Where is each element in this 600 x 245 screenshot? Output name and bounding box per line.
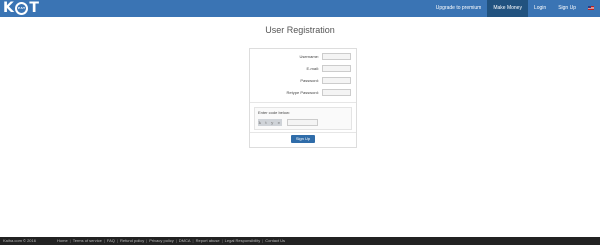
footer-link-refund[interactable]: Refund policy bbox=[120, 237, 144, 245]
footer-copyright: Kaiha.com © 2016 bbox=[3, 238, 36, 243]
footer-separator: | bbox=[221, 238, 223, 243]
site-logo[interactable]: K T bbox=[3, 1, 39, 16]
username-row: Username: bbox=[250, 53, 356, 61]
main-nav: Upgrade to premium Make Money Login Sign… bbox=[430, 0, 600, 17]
footer-link-legal[interactable]: Legal Responsibility bbox=[225, 237, 261, 245]
footer-link-report-abuse[interactable]: Report abuse bbox=[196, 237, 220, 245]
username-label: Username: bbox=[299, 54, 319, 59]
password-label: Password: bbox=[300, 78, 319, 83]
footer-separator: | bbox=[175, 238, 177, 243]
footer-separator: | bbox=[192, 238, 194, 243]
footer-link-home[interactable]: Home bbox=[57, 237, 68, 245]
footer-separator: | bbox=[146, 238, 148, 243]
us-flag-icon bbox=[588, 6, 594, 10]
footer-link-privacy[interactable]: Privacy policy bbox=[149, 237, 173, 245]
captcha-input[interactable] bbox=[287, 119, 318, 126]
site-footer: Kaiha.com © 2016 Home | Terms of service |… bbox=[0, 237, 600, 245]
email-input[interactable] bbox=[322, 65, 351, 72]
retype-password-row: Retype Password: bbox=[250, 89, 356, 97]
retype-password-label: Retype Password: bbox=[286, 90, 319, 95]
retype-password-input[interactable] bbox=[322, 89, 351, 96]
captcha-section: Enter code below: k t y e bbox=[254, 107, 352, 130]
footer-link-dmca[interactable]: DMCA bbox=[179, 237, 191, 245]
footer-links: Home | Terms of service | FAQ | Refund poli… bbox=[57, 237, 285, 245]
page-title: User Registration bbox=[265, 25, 335, 35]
nav-upgrade-premium[interactable]: Upgrade to premium bbox=[430, 0, 488, 17]
password-row: Password: bbox=[250, 77, 356, 85]
language-selector[interactable] bbox=[582, 0, 600, 17]
email-label: E-mail: bbox=[306, 66, 319, 71]
logo-letter-right: T bbox=[29, 0, 40, 16]
logo-letter-left: K bbox=[3, 0, 15, 16]
nav-login[interactable]: Login bbox=[528, 0, 552, 17]
form-divider-bottom bbox=[250, 132, 356, 133]
username-input[interactable] bbox=[322, 53, 351, 60]
footer-separator: | bbox=[116, 238, 118, 243]
email-row: E-mail: bbox=[250, 65, 356, 73]
footer-link-terms[interactable]: Terms of service bbox=[73, 237, 102, 245]
password-input[interactable] bbox=[322, 77, 351, 84]
footer-link-contact[interactable]: Contact Us bbox=[265, 237, 285, 245]
nav-make-money[interactable]: Make Money bbox=[487, 0, 528, 17]
footer-separator: | bbox=[69, 238, 71, 243]
form-divider bbox=[250, 102, 356, 103]
captcha-label: Enter code below: bbox=[258, 110, 291, 115]
captcha-image: k t y e bbox=[258, 119, 282, 126]
nav-sign-up[interactable]: Sign Up bbox=[552, 0, 582, 17]
footer-separator: | bbox=[103, 238, 105, 243]
registration-form: Username: E-mail: Password: Retype Passw… bbox=[249, 48, 357, 148]
footer-link-faq[interactable]: FAQ bbox=[107, 237, 115, 245]
logo-coin-icon bbox=[15, 2, 29, 15]
top-navbar: K T Upgrade to premium Make Money Login … bbox=[0, 0, 600, 17]
footer-separator: | bbox=[262, 238, 264, 243]
sign-up-button[interactable]: Sign Up bbox=[291, 135, 315, 143]
